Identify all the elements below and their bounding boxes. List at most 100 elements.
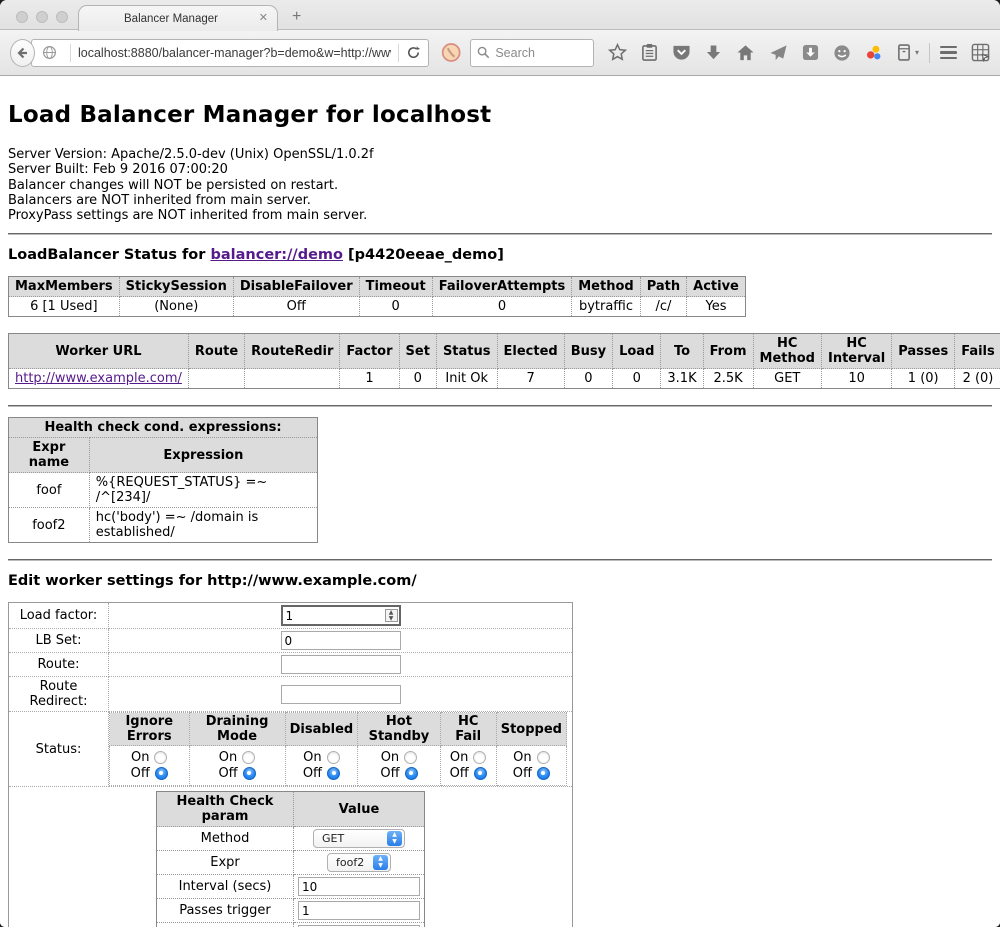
lb-set-input[interactable] xyxy=(281,631,401,650)
navigation-toolbar: localhost:8880/balancer-manager?b=demo&w… xyxy=(0,30,1000,76)
expr-select-value: foof2 xyxy=(336,856,367,869)
worker-url-link[interactable]: http://www.example.com/ xyxy=(15,371,182,386)
download-icon[interactable] xyxy=(705,44,722,62)
persist-notice-line: Balancer changes will NOT be persisted o… xyxy=(8,178,992,193)
reading-list-icon[interactable] xyxy=(641,43,658,62)
tab-bar: Balancer Manager ✕ + xyxy=(0,0,1000,30)
radio-off-label: Off xyxy=(218,766,237,781)
col-active: Active xyxy=(687,277,746,297)
cell-routeredir xyxy=(245,369,340,389)
hc-fail-on-radio[interactable] xyxy=(473,751,486,764)
load-factor-input[interactable] xyxy=(281,605,401,626)
radio-on-label: On xyxy=(131,750,149,765)
balancer-status-table: MaxMembers StickySession DisableFailover… xyxy=(8,276,746,317)
downloads-extension-icon[interactable] xyxy=(802,44,819,61)
status-heading-prefix: LoadBalancer Status for xyxy=(8,247,210,263)
bookmark-star-icon[interactable] xyxy=(608,43,627,62)
reload-icon[interactable] xyxy=(406,45,421,60)
container-icon[interactable] xyxy=(897,43,911,62)
interval-row: Interval (secs) xyxy=(157,875,425,899)
back-button[interactable] xyxy=(10,39,35,67)
zoom-window-button[interactable] xyxy=(56,11,68,23)
fails-label: Fails trigger) xyxy=(157,923,294,927)
table-row: 6 [1 Used] (None) Off 0 0 bytraffic /c/ … xyxy=(9,297,746,317)
edit-worker-heading: Edit worker settings for http://www.exam… xyxy=(8,573,992,589)
block-extension-icon[interactable] xyxy=(441,41,461,64)
balancer-demo-link[interactable]: balancer://demo xyxy=(210,247,343,263)
cell-factor: 1 xyxy=(340,369,399,389)
col-timeout: Timeout xyxy=(359,277,432,297)
close-window-button[interactable] xyxy=(16,11,28,23)
feedback-smiley-icon[interactable] xyxy=(833,44,851,62)
method-select[interactable]: GET ▲▼ xyxy=(313,829,405,848)
ignore-errors-on-radio[interactable] xyxy=(154,751,167,764)
radio-off-label: Off xyxy=(131,766,150,781)
home-icon[interactable] xyxy=(736,44,755,62)
send-plane-icon[interactable] xyxy=(769,44,788,62)
col-failoverattempts: FailoverAttempts xyxy=(432,277,572,297)
url-bar[interactable]: localhost:8880/balancer-manager?b=demo&w… xyxy=(31,39,429,67)
col-draining-mode: Draining Mode xyxy=(189,713,285,746)
globe-icon xyxy=(42,45,57,60)
hot-standby-radios: On Off xyxy=(358,746,440,786)
draining-mode-off-radio[interactable] xyxy=(243,767,256,780)
number-spinner-icon[interactable]: ▲▼ xyxy=(385,609,398,622)
expr-label: Expr xyxy=(157,851,294,875)
colored-dots-extension-icon[interactable] xyxy=(865,44,883,62)
window-controls[interactable] xyxy=(16,11,68,23)
load-factor-label: Load factor: xyxy=(9,603,109,629)
col-from: From xyxy=(703,334,753,369)
expr-select[interactable]: foof2 ▲▼ xyxy=(327,853,391,872)
cell-elected: 7 xyxy=(497,369,564,389)
col-hc-fail: HC Fail xyxy=(440,713,496,746)
tab-close-icon[interactable]: ✕ xyxy=(259,12,268,25)
edit-worker-form: Load factor: ▲▼ LB Set: Route: Route Red… xyxy=(8,602,573,927)
col-maxmembers: MaxMembers xyxy=(9,277,120,297)
hot-standby-off-radio[interactable] xyxy=(405,767,418,780)
route-redirect-label: Route Redirect: xyxy=(9,677,109,712)
status-table: Ignore Errors Draining Mode Disabled Hot… xyxy=(109,712,567,786)
divider xyxy=(8,405,992,407)
radio-off-label: Off xyxy=(303,766,322,781)
stopped-off-radio[interactable] xyxy=(537,767,550,780)
cell-active: Yes xyxy=(687,297,746,317)
col-hc-method: HC Method xyxy=(753,334,821,369)
hc-fail-off-radio[interactable] xyxy=(474,767,487,780)
stopped-on-radio[interactable] xyxy=(537,751,550,764)
table-row: foof2 hc('body') =~ /domain is establish… xyxy=(9,508,318,543)
url-text[interactable]: localhost:8880/balancer-manager?b=demo&w… xyxy=(78,46,391,60)
radio-off-label: Off xyxy=(380,766,399,781)
menu-button[interactable] xyxy=(940,46,957,60)
col-ignore-errors: Ignore Errors xyxy=(110,713,190,746)
url-divider xyxy=(70,44,71,62)
route-label: Route: xyxy=(9,653,109,677)
chevron-down-icon[interactable]: ▾ xyxy=(915,48,919,57)
col-expression: Expression xyxy=(89,438,317,473)
search-bar[interactable]: Search xyxy=(470,39,594,67)
route-redirect-input[interactable] xyxy=(281,685,401,704)
disabled-on-radio[interactable] xyxy=(327,751,340,764)
cell-busy: 0 xyxy=(564,369,612,389)
ignore-errors-off-radio[interactable] xyxy=(155,767,168,780)
server-version-line: Server Version: Apache/2.5.0-dev (Unix) … xyxy=(8,147,992,162)
interval-input[interactable] xyxy=(298,877,420,896)
cell-set: 0 xyxy=(399,369,436,389)
cell-maxmembers: 6 [1 Used] xyxy=(9,297,120,317)
grid-panel-icon[interactable] xyxy=(971,43,990,62)
browser-window: Balancer Manager ✕ + localhost:8880/bala… xyxy=(0,0,1000,927)
radio-on-label: On xyxy=(303,750,321,765)
ignore-errors-radios: On Off xyxy=(110,746,190,786)
hot-standby-on-radio[interactable] xyxy=(404,751,417,764)
draining-mode-on-radio[interactable] xyxy=(242,751,255,764)
passes-input[interactable] xyxy=(298,901,420,920)
route-input[interactable] xyxy=(281,655,401,674)
tab-balancer-manager[interactable]: Balancer Manager ✕ xyxy=(78,5,278,31)
url-divider-2 xyxy=(398,44,399,62)
disabled-off-radio[interactable] xyxy=(327,767,340,780)
new-tab-button[interactable]: + xyxy=(292,8,301,26)
interval-label: Interval (secs) xyxy=(157,875,294,899)
minimize-window-button[interactable] xyxy=(36,11,48,23)
pocket-icon[interactable] xyxy=(672,44,691,62)
toolbar-divider xyxy=(929,43,930,63)
col-hc-value: Value xyxy=(294,792,425,827)
